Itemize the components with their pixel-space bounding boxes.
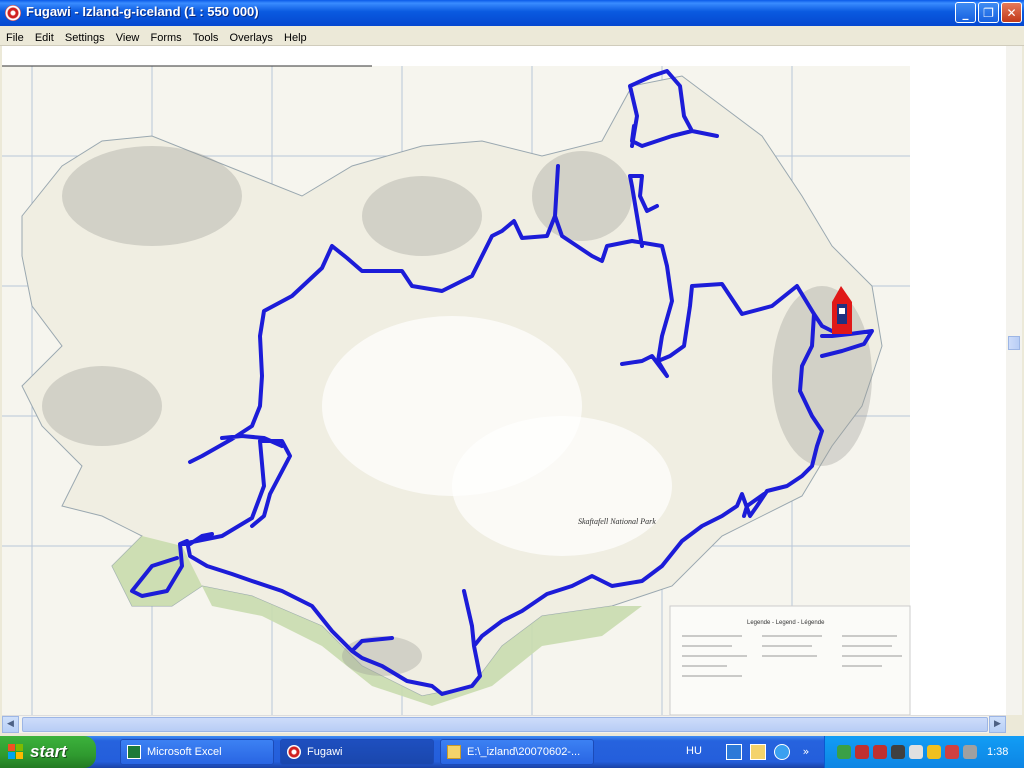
internet-explorer-icon[interactable]: [774, 744, 790, 760]
window-title: Fugawi - Izland-g-iceland (1 : 550 000): [26, 4, 259, 19]
title-bar[interactable]: Fugawi - Izland-g-iceland (1 : 550 000) …: [0, 0, 1024, 26]
taskbar-item-folder[interactable]: E:\_izland\20070602-...: [440, 739, 594, 765]
map-legend: Legende - Legend - Légende: [669, 605, 911, 715]
tray-app-icon[interactable]: [837, 745, 851, 759]
map-view[interactable]: Skaftafell National Park Legende - Legen…: [2, 46, 1022, 715]
tray-app-icon[interactable]: [945, 745, 959, 759]
clock[interactable]: 1:38: [987, 746, 1008, 758]
tray-app-icon[interactable]: [855, 745, 869, 759]
tray-app-icon[interactable]: [927, 745, 941, 759]
menu-tools[interactable]: Tools: [187, 30, 219, 44]
system-tray: 1:38: [824, 736, 1024, 768]
taskbar-item-fugawi[interactable]: Fugawi: [280, 739, 434, 765]
close-button[interactable]: ✕: [1001, 2, 1022, 23]
quicklaunch-icon[interactable]: [726, 744, 742, 760]
taskbar-item-label: Fugawi: [307, 746, 343, 758]
tray-app-icon[interactable]: [891, 745, 905, 759]
iceland-map[interactable]: Skaftafell National Park Legende - Legen…: [2, 46, 1022, 715]
park-label: Skaftafell National Park: [578, 517, 656, 526]
maximize-button[interactable]: ❐: [978, 2, 999, 23]
menu-help[interactable]: Help: [278, 30, 307, 44]
menu-settings[interactable]: Settings: [59, 30, 105, 44]
fugawi-icon[interactable]: [5, 5, 21, 21]
folder-icon: [447, 745, 461, 759]
minimize-button[interactable]: _: [955, 2, 976, 23]
tray-app-icon[interactable]: [873, 745, 887, 759]
language-indicator[interactable]: HU: [686, 745, 702, 757]
windows-logo-icon: [8, 744, 23, 759]
taskbar: start Microsoft Excel Fugawi E:\_izland\…: [0, 736, 1024, 768]
menu-edit[interactable]: Edit: [29, 30, 54, 44]
fugawi-window: Fugawi - Izland-g-iceland (1 : 550 000) …: [0, 0, 1024, 736]
taskbar-item-excel[interactable]: Microsoft Excel: [120, 739, 274, 765]
menu-file[interactable]: File: [0, 30, 24, 44]
vertical-scrollbar[interactable]: [1006, 46, 1022, 715]
fugawi-icon: [287, 745, 301, 759]
explorer-icon[interactable]: [750, 744, 766, 760]
tray-app-icon[interactable]: [909, 745, 923, 759]
start-label: start: [30, 742, 67, 761]
menu-forms[interactable]: Forms: [144, 30, 181, 44]
scroll-left-button[interactable]: ◀: [2, 716, 19, 733]
horizontal-scrollbar[interactable]: ◀ ▶: [2, 715, 1006, 733]
taskbar-item-label: E:\_izland\20070602-...: [467, 746, 581, 758]
menu-view[interactable]: View: [110, 30, 140, 44]
horizontal-scroll-thumb[interactable]: [22, 717, 988, 732]
chevron-right-icon[interactable]: »: [798, 744, 814, 760]
start-button[interactable]: start: [0, 736, 96, 768]
vertical-scroll-thumb[interactable]: [1008, 336, 1020, 350]
taskbar-item-label: Microsoft Excel: [147, 746, 222, 758]
excel-icon: [127, 745, 141, 759]
speaker-icon[interactable]: [963, 745, 977, 759]
scroll-right-button[interactable]: ▶: [989, 716, 1006, 733]
menu-overlays[interactable]: Overlays: [224, 30, 273, 44]
vatnajokull-glacier: [452, 416, 672, 556]
menu-bar: File Edit Settings View Forms Tools Over…: [0, 26, 1024, 46]
legend-title: Legende - Legend - Légende: [747, 620, 825, 626]
